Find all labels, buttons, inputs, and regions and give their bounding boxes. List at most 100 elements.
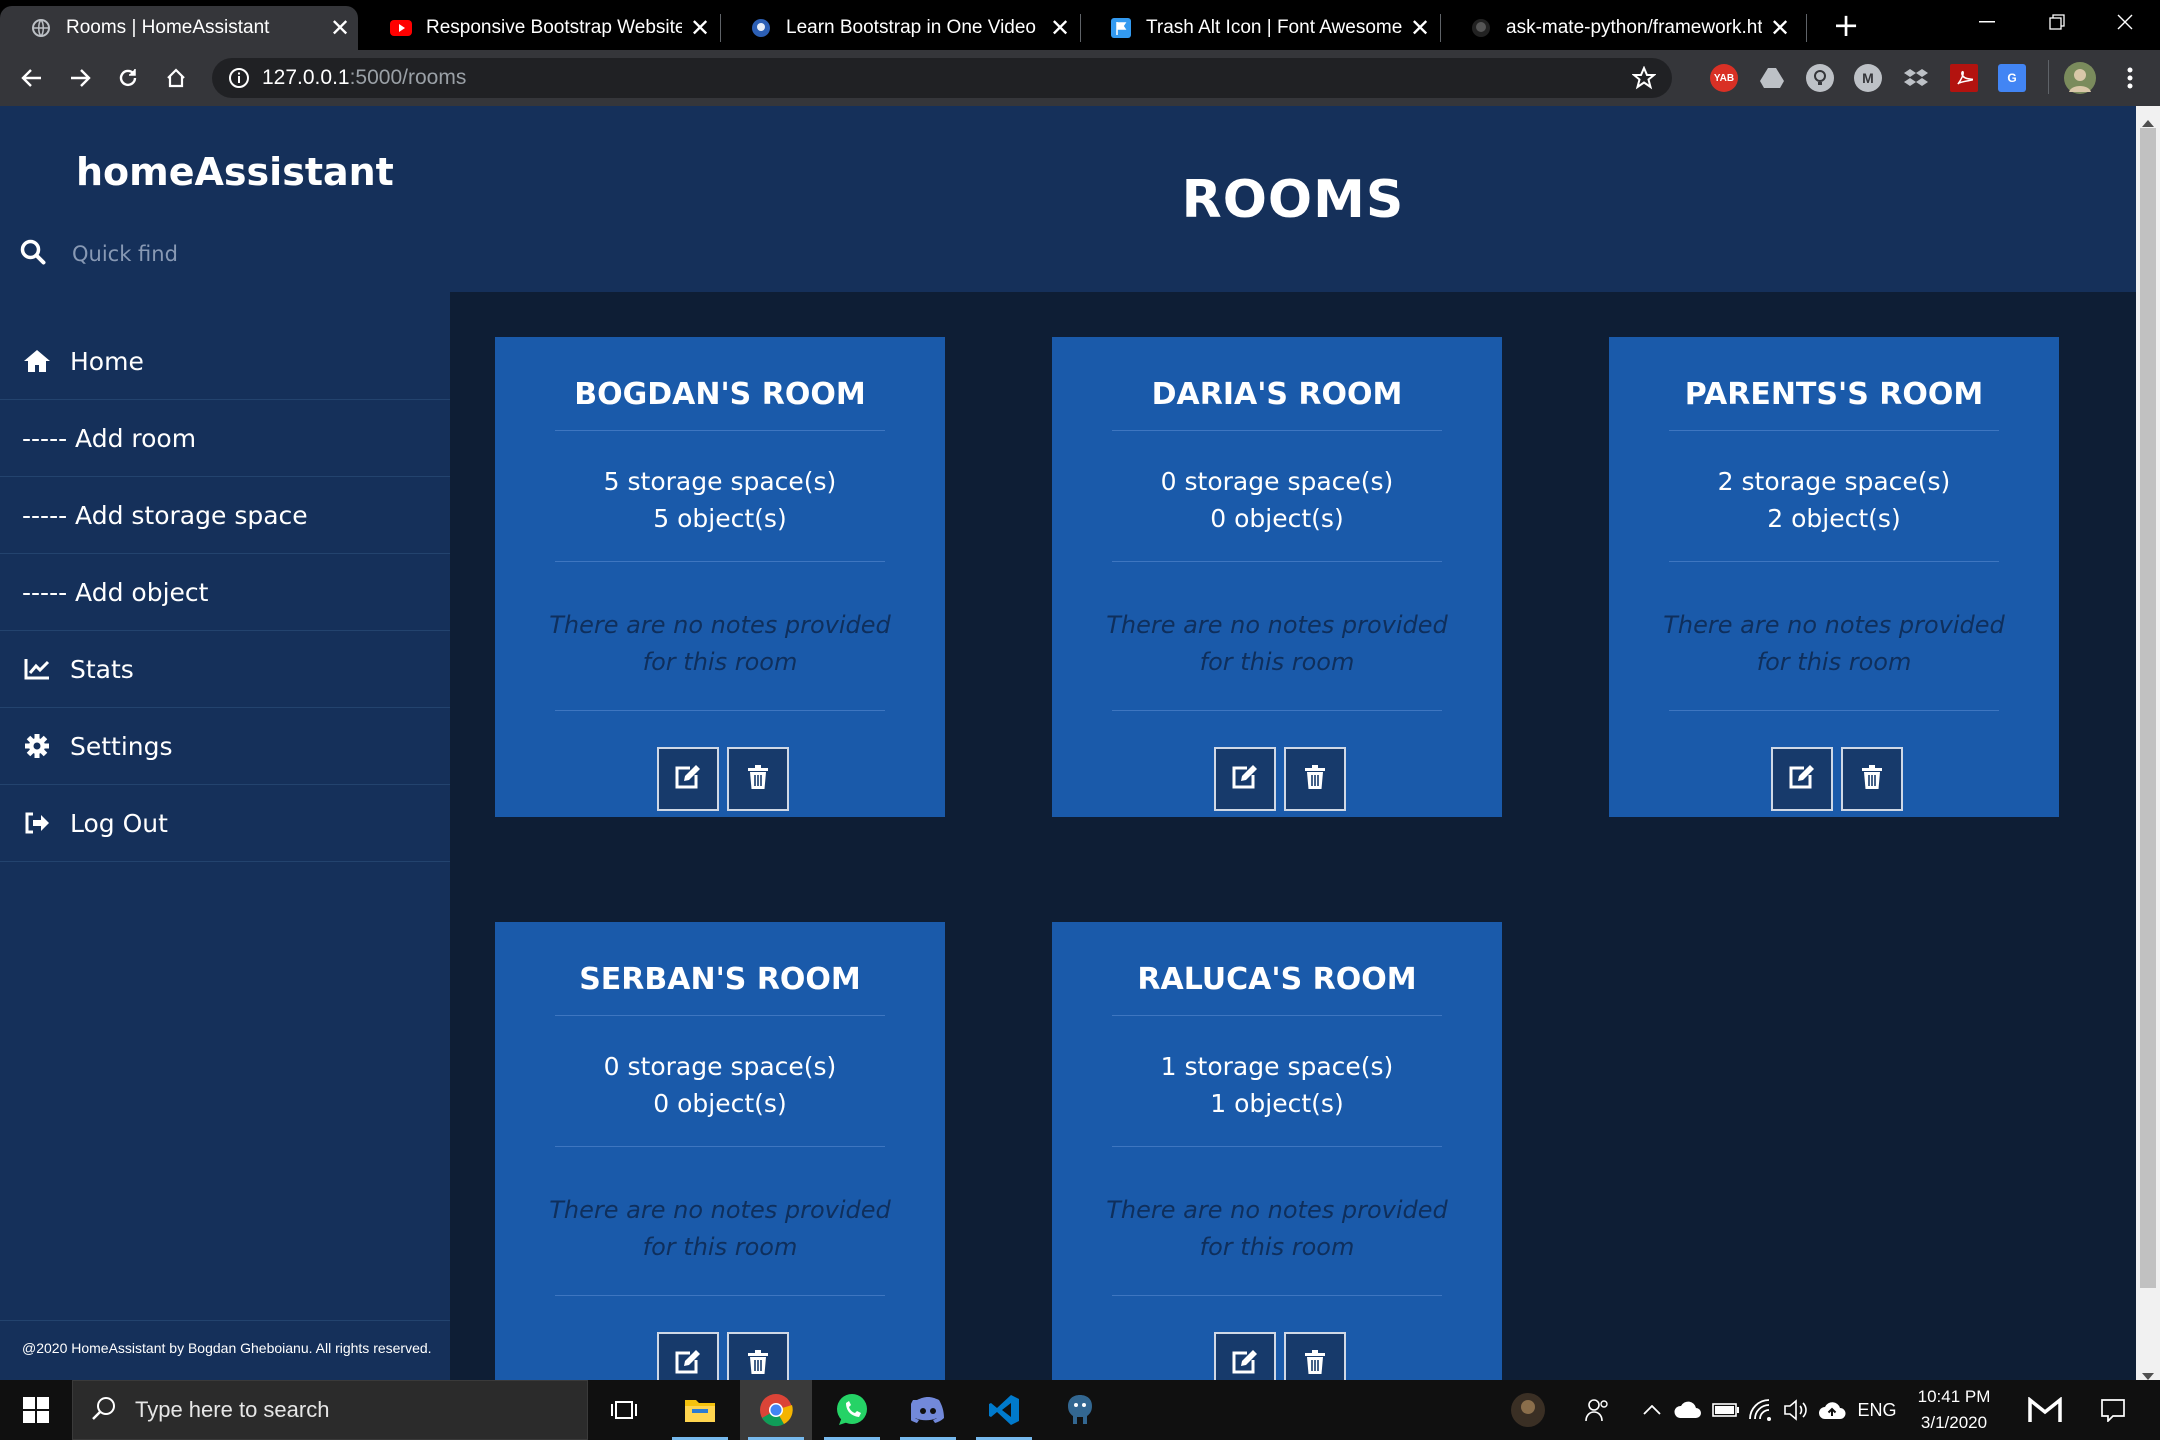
pdf-extension-icon[interactable] <box>1950 64 1978 92</box>
whatsapp-icon[interactable] <box>816 1380 888 1440</box>
close-window-button[interactable] <box>2090 0 2160 44</box>
tab-title: Responsive Bootstrap Website St <box>426 17 682 38</box>
tab-rooms[interactable]: Rooms | HomeAssistant ✕ <box>0 6 358 50</box>
sidebar-item-stats[interactable]: Stats <box>0 631 450 708</box>
edit-room-button[interactable] <box>1771 747 1833 811</box>
edit-icon <box>674 1349 702 1379</box>
bookmark-star-icon[interactable] <box>1631 65 1657 94</box>
clock[interactable]: 10:41 PM 3/1/2020 <box>1904 1380 2004 1440</box>
taskbar-search-placeholder: Type here to search <box>135 1397 330 1422</box>
scrollbar-thumb[interactable] <box>2140 128 2156 1288</box>
delete-room-button[interactable] <box>1284 747 1346 811</box>
profile-avatar[interactable] <box>2064 62 2096 94</box>
chrome-icon[interactable] <box>740 1380 812 1440</box>
windows-start-icon[interactable] <box>0 1380 72 1440</box>
cloud-upload-icon[interactable] <box>1814 1380 1850 1440</box>
tab-youtube[interactable]: Responsive Bootstrap Website St ✕ <box>360 6 718 50</box>
tab-title: ask-mate-python/framework.htm <box>1506 17 1762 38</box>
sidebar-item-log-out[interactable]: Log Out <box>0 785 450 862</box>
bulb-extension-icon[interactable] <box>1806 64 1834 92</box>
translate-extension-icon[interactable]: G <box>1998 64 2026 92</box>
reload-icon[interactable] <box>112 62 144 94</box>
postgres-icon[interactable] <box>1044 1380 1116 1440</box>
home-page-icon[interactable] <box>160 62 192 94</box>
tab-learn-bootstrap[interactable]: Learn Bootstrap in One Video ✕ <box>720 6 1078 50</box>
dropbox-extension-icon[interactable] <box>1902 64 1930 92</box>
language-indicator[interactable]: ENG <box>1852 1380 1902 1440</box>
gmail-notifier-icon[interactable] <box>2020 1380 2070 1440</box>
sidebar-item-home[interactable]: Home <box>0 323 450 400</box>
cortana-avatar-icon[interactable] <box>1506 1380 1550 1440</box>
edit-room-button[interactable] <box>657 747 719 811</box>
close-icon[interactable]: ✕ <box>1042 14 1078 43</box>
sidebar-item-label: ----- Add object <box>22 577 209 607</box>
close-icon[interactable]: ✕ <box>322 14 358 43</box>
windows-taskbar: Type here to search ENG 10:41 PM 3/1/202… <box>0 1380 2160 1440</box>
battery-icon[interactable] <box>1708 1380 1744 1440</box>
sidebar-item-settings[interactable]: Settings <box>0 708 450 785</box>
delete-room-button[interactable] <box>727 747 789 811</box>
file-explorer-icon[interactable] <box>664 1380 736 1440</box>
page-title: ROOMS <box>1181 170 1405 230</box>
room-storage-count: 2 storage space(s) <box>1717 467 1951 496</box>
edit-room-button[interactable] <box>657 1332 719 1380</box>
edit-icon <box>1788 764 1816 794</box>
trash-icon <box>1305 1350 1325 1378</box>
info-icon[interactable] <box>228 67 250 93</box>
edit-room-button[interactable] <box>1214 1332 1276 1380</box>
home-icon <box>22 349 52 373</box>
quick-find-input[interactable] <box>72 242 392 266</box>
delete-room-button[interactable] <box>1841 747 1903 811</box>
drive-extension-icon[interactable] <box>1758 64 1786 92</box>
delete-room-button[interactable] <box>727 1332 789 1380</box>
close-icon[interactable]: ✕ <box>682 14 718 43</box>
tab-github[interactable]: ask-mate-python/framework.htm ✕ <box>1440 6 1798 50</box>
chevron-up-icon[interactable] <box>1636 1380 1668 1440</box>
room-card: RALUCA'S ROOM 1 storage space(s) 1 objec… <box>1052 922 1502 1380</box>
room-object-count: 5 object(s) <box>653 504 787 533</box>
sidebar-item-add-object[interactable]: ----- Add object <box>0 554 450 631</box>
edit-room-button[interactable] <box>1214 747 1276 811</box>
notifications-icon[interactable] <box>2088 1380 2138 1440</box>
restore-button[interactable] <box>2022 0 2092 44</box>
gear-icon <box>22 733 52 759</box>
minimize-button[interactable] <box>1952 0 2022 44</box>
sidebar-footer: @2020 HomeAssistant by Bogdan Gheboianu.… <box>22 1340 432 1356</box>
discord-icon[interactable] <box>892 1380 964 1440</box>
yab-extension-icon[interactable]: YAB <box>1710 64 1738 92</box>
wifi-icon[interactable] <box>1744 1380 1780 1440</box>
close-icon[interactable]: ✕ <box>1762 14 1798 43</box>
room-name: PARENTS'S ROOM <box>1684 377 1984 412</box>
brand-logo[interactable]: homeAssistant <box>76 150 394 194</box>
room-storage-count: 0 storage space(s) <box>1160 467 1394 496</box>
chrome-menu-icon[interactable] <box>2116 64 2144 92</box>
tab-title: Learn Bootstrap in One Video <box>786 17 1036 38</box>
room-name: SERBAN'S ROOM <box>579 962 861 997</box>
room-object-count: 0 object(s) <box>653 1089 787 1118</box>
volume-icon[interactable] <box>1778 1380 1814 1440</box>
back-icon[interactable] <box>16 62 48 94</box>
card-divider <box>555 1295 885 1296</box>
new-tab-button[interactable]: + <box>1826 6 1866 46</box>
edit-icon <box>1231 764 1259 794</box>
m-extension-icon[interactable]: M <box>1854 64 1882 92</box>
sidebar: homeAssistant Home ----- Add room ----- … <box>0 106 450 1380</box>
vscode-icon[interactable] <box>968 1380 1040 1440</box>
room-storage-count: 5 storage space(s) <box>603 467 837 496</box>
trash-icon <box>748 765 768 793</box>
taskbar-search[interactable]: Type here to search <box>72 1380 588 1440</box>
page-scrollbar[interactable] <box>2136 106 2160 1380</box>
forward-icon[interactable] <box>64 62 96 94</box>
quick-find[interactable] <box>20 234 430 274</box>
people-icon[interactable] <box>1576 1380 1620 1440</box>
close-icon[interactable]: ✕ <box>1402 14 1438 43</box>
onedrive-icon[interactable] <box>1670 1380 1706 1440</box>
tab-font-awesome[interactable]: Trash Alt Icon | Font Awesome ✕ <box>1080 6 1438 50</box>
address-bar[interactable]: 127.0.0.1:5000/rooms <box>212 58 1672 98</box>
github-icon <box>1470 17 1492 39</box>
delete-room-button[interactable] <box>1284 1332 1346 1380</box>
card-divider <box>555 710 885 711</box>
sidebar-item-add-room[interactable]: ----- Add room <box>0 400 450 477</box>
task-view-icon[interactable] <box>588 1380 660 1440</box>
sidebar-item-add-storage-space[interactable]: ----- Add storage space <box>0 477 450 554</box>
